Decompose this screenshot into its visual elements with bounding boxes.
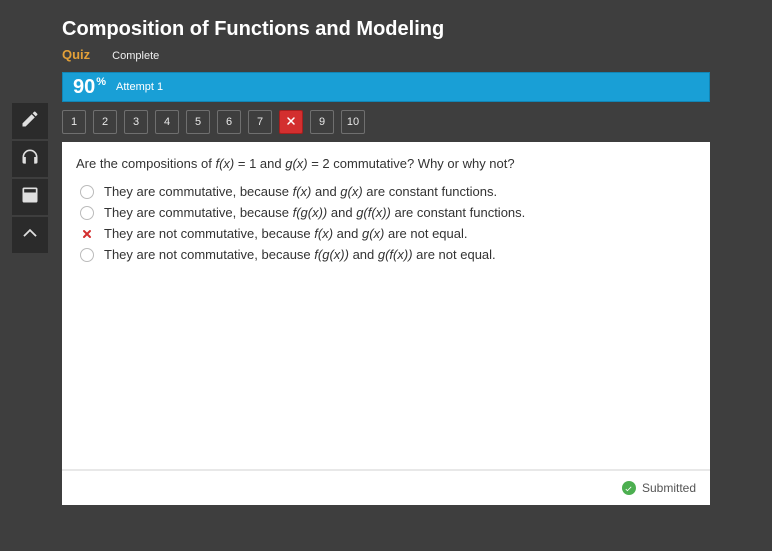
question-nav-item-2[interactable]: 2 bbox=[93, 110, 117, 134]
question-nav-item-10[interactable]: 10 bbox=[341, 110, 365, 134]
page-root: Composition of Functions and Modeling Qu… bbox=[0, 0, 772, 551]
question-nav-item-5[interactable]: 5 bbox=[186, 110, 210, 134]
x-mark-icon bbox=[80, 227, 94, 241]
subheader: Quiz Complete bbox=[62, 47, 710, 62]
pencil-icon bbox=[20, 109, 40, 134]
sidebar-item-headphones[interactable] bbox=[12, 141, 48, 177]
question-segment: = 1 and bbox=[234, 156, 285, 171]
question-nav: 1234567 9 10 bbox=[62, 110, 710, 134]
answer-row[interactable]: They are not commutative, because f(x) a… bbox=[80, 223, 696, 244]
answer-row[interactable]: They are commutative, because f(x) and g… bbox=[80, 181, 696, 202]
question-segment: = 2 commutative? Why or why not? bbox=[308, 156, 515, 171]
radio-empty-icon bbox=[80, 206, 94, 220]
answer-row[interactable]: They are commutative, because f(g(x)) an… bbox=[80, 202, 696, 223]
complete-label: Complete bbox=[112, 50, 159, 62]
attempt-label: Attempt 1 bbox=[116, 81, 163, 93]
sidebar-item-pencil[interactable] bbox=[12, 103, 48, 139]
question-segment: Are the compositions of bbox=[76, 156, 215, 171]
question-nav-item-7[interactable]: 7 bbox=[248, 110, 272, 134]
answer-list: They are commutative, because f(x) and g… bbox=[62, 181, 710, 265]
question-gx: g(x) bbox=[285, 156, 307, 171]
answer-row[interactable]: They are not commutative, because f(g(x)… bbox=[80, 244, 696, 265]
question-nav-item-6[interactable]: 6 bbox=[217, 110, 241, 134]
submitted-label: Submitted bbox=[642, 481, 696, 495]
radio-empty-icon bbox=[80, 248, 94, 262]
question-nav-item-4[interactable]: 4 bbox=[155, 110, 179, 134]
page-title: Composition of Functions and Modeling bbox=[62, 18, 710, 41]
content-area: Composition of Functions and Modeling Qu… bbox=[62, 18, 710, 505]
question-nav-item-3[interactable]: 3 bbox=[124, 110, 148, 134]
score-value: 90 bbox=[73, 76, 95, 98]
answer-text: They are commutative, because f(g(x)) an… bbox=[104, 205, 525, 220]
question-nav-item-9[interactable]: 9 bbox=[310, 110, 334, 134]
sidebar-item-chevron-up[interactable] bbox=[12, 217, 48, 253]
score-percent: 90% bbox=[73, 76, 106, 99]
quiz-label: Quiz bbox=[62, 47, 90, 62]
sidebar-item-calculator[interactable] bbox=[12, 179, 48, 215]
panel-footer: Submitted bbox=[62, 469, 710, 505]
chevron-up-icon bbox=[20, 223, 40, 248]
radio-empty-icon bbox=[80, 185, 94, 199]
sidebar bbox=[12, 103, 48, 253]
score-unit: % bbox=[96, 76, 106, 88]
x-icon bbox=[285, 115, 297, 130]
calculator-icon bbox=[20, 185, 40, 210]
answer-text: They are not commutative, because f(g(x)… bbox=[104, 247, 496, 262]
check-circle-icon bbox=[622, 481, 636, 495]
question-nav-wrong[interactable] bbox=[279, 110, 303, 134]
answer-text: They are commutative, because f(x) and g… bbox=[104, 184, 497, 199]
question-nav-item-1[interactable]: 1 bbox=[62, 110, 86, 134]
score-bar: 90% Attempt 1 bbox=[62, 72, 710, 102]
question-fx: f(x) bbox=[215, 156, 234, 171]
question-text: Are the compositions of f(x) = 1 and g(x… bbox=[62, 142, 710, 181]
question-panel: Are the compositions of f(x) = 1 and g(x… bbox=[62, 142, 710, 505]
answer-text: They are not commutative, because f(x) a… bbox=[104, 226, 468, 241]
headphones-icon bbox=[20, 147, 40, 172]
